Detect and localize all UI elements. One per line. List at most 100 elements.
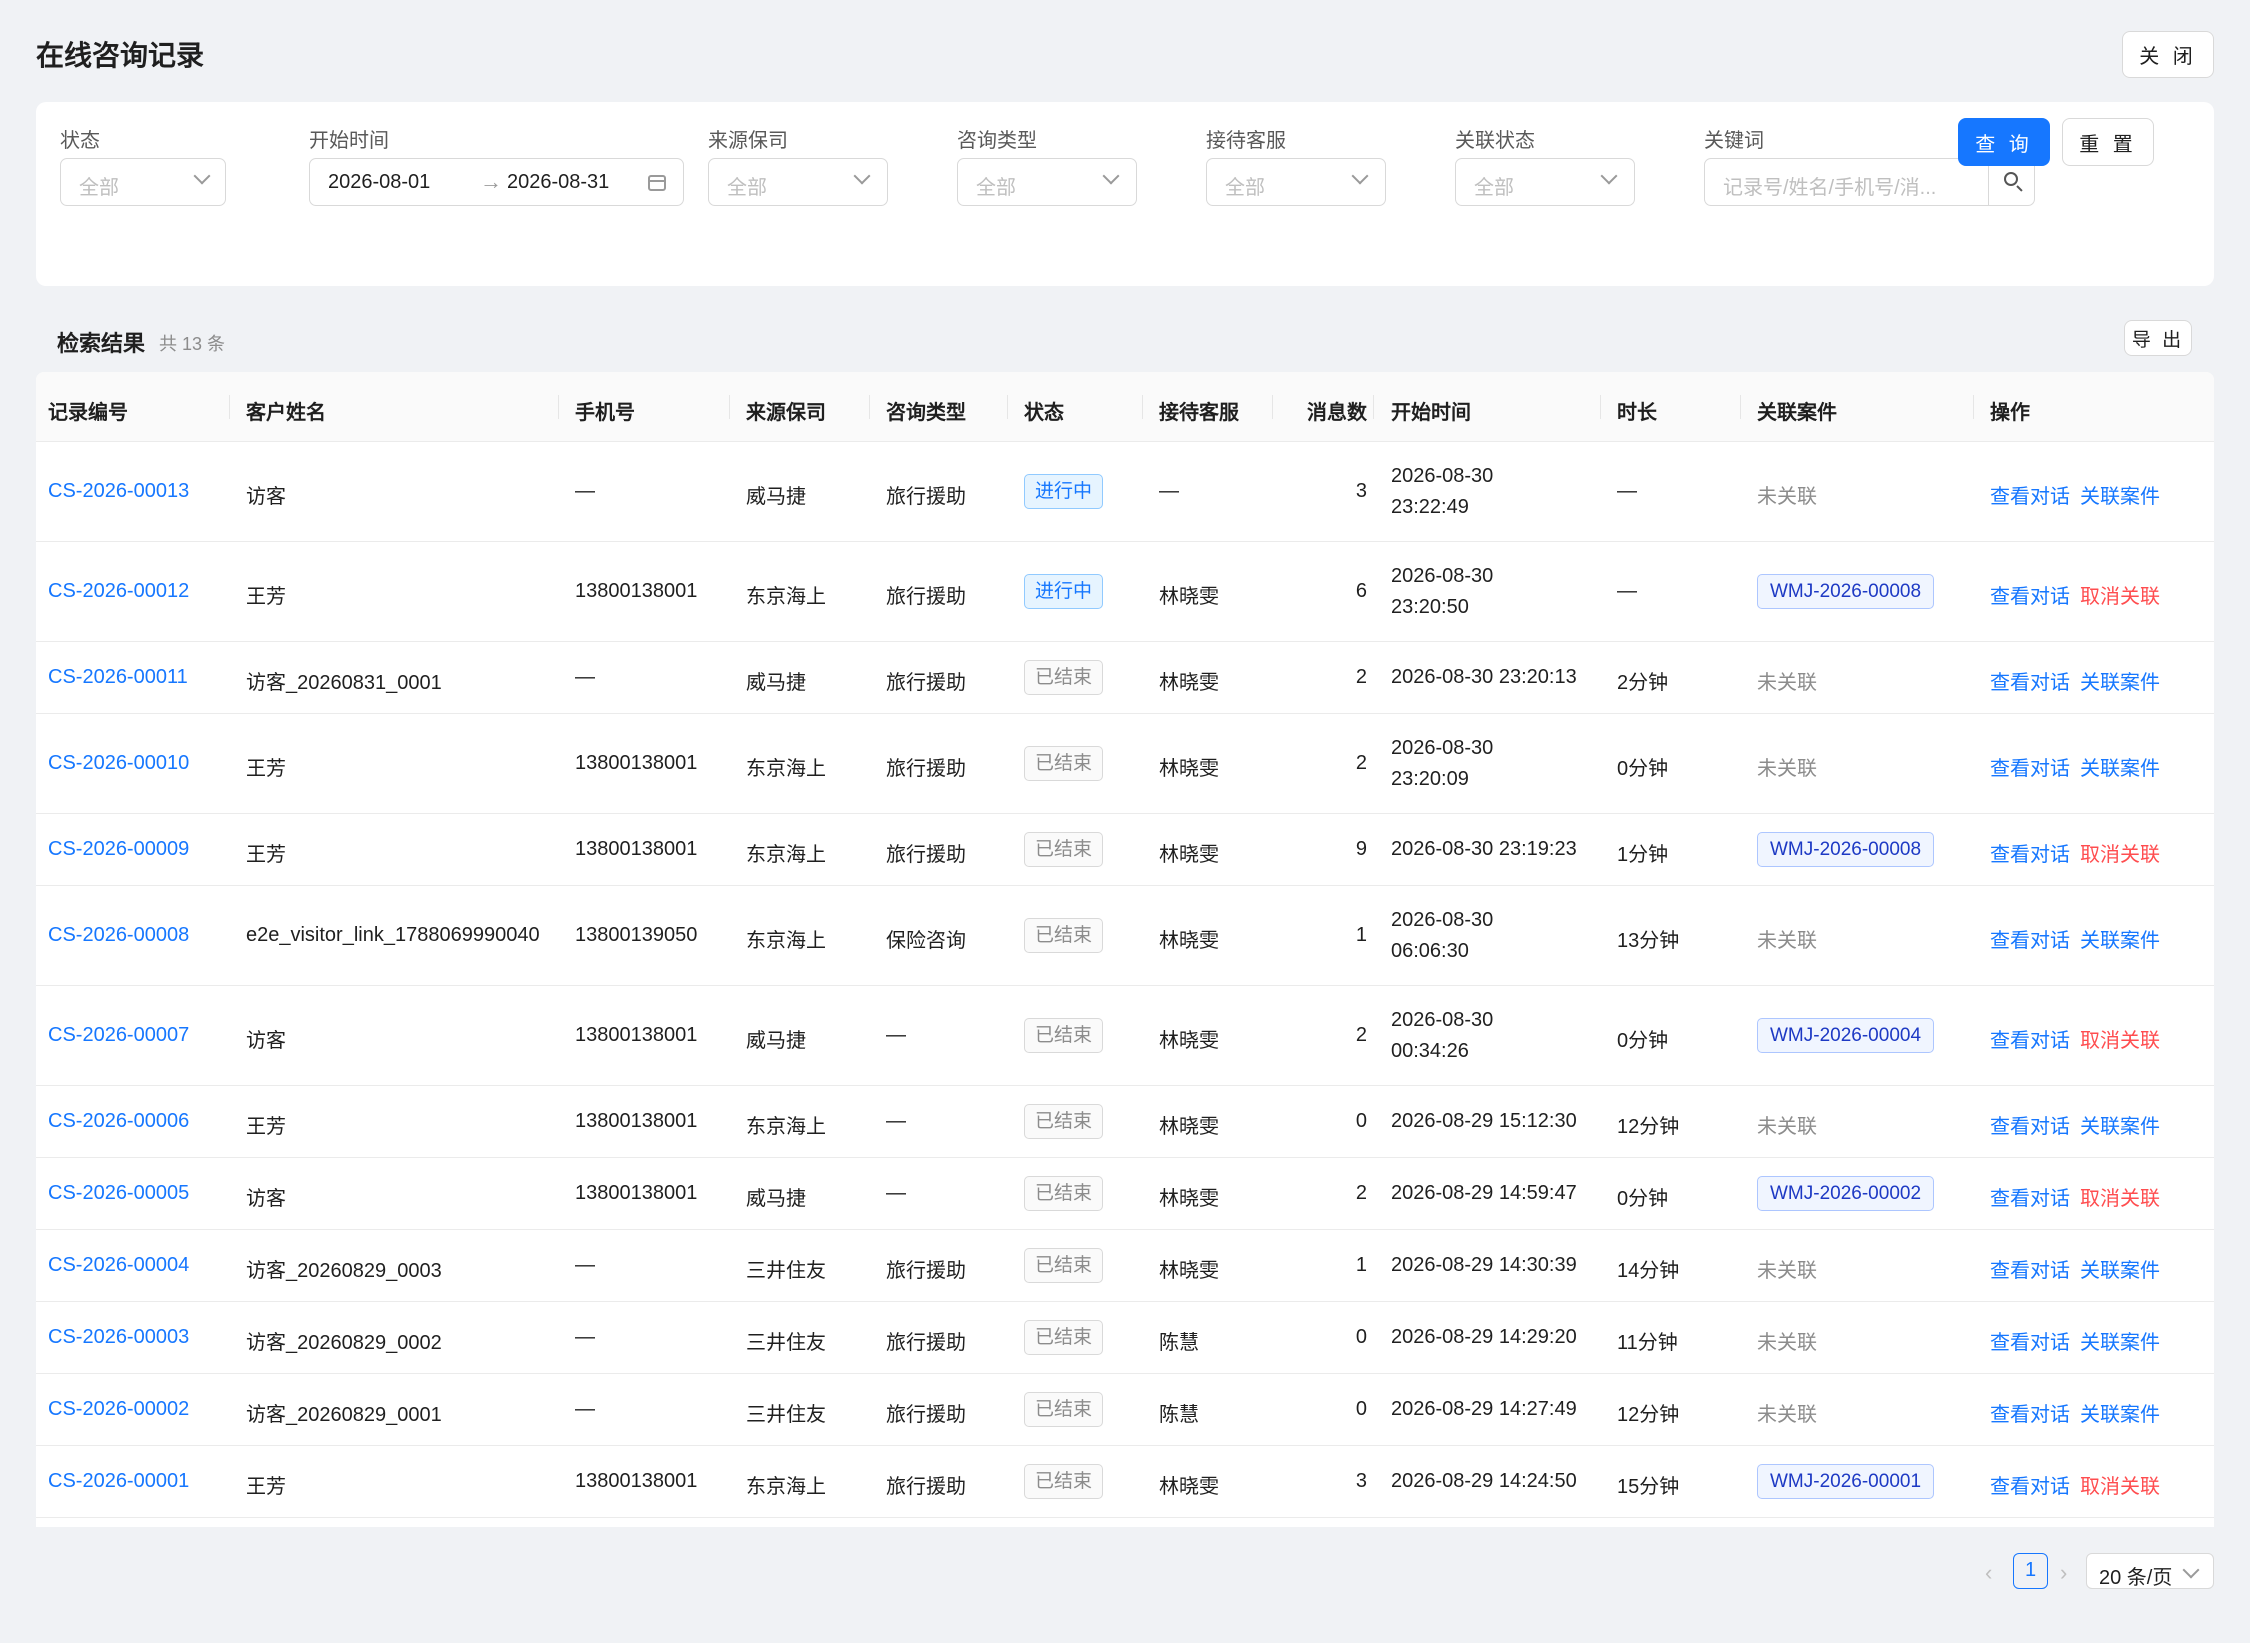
record-id-link[interactable]: CS-2026-00009	[48, 838, 189, 861]
pagination-page-1[interactable]: 1	[2013, 1553, 2048, 1589]
consult-type-filter-label: 咨询类型	[957, 130, 1037, 152]
record-id-link[interactable]: CS-2026-00001	[48, 1470, 189, 1493]
view-conversation-link[interactable]: 查看对话	[1990, 1110, 2070, 1139]
linked-case-tag[interactable]: WMJ-2026-00002	[1757, 1176, 1935, 1211]
view-conversation-link[interactable]: 查看对话	[1990, 1254, 2070, 1283]
view-conversation-link[interactable]: 查看对话	[1990, 924, 2070, 953]
consult-type-select-value: 全部	[976, 177, 1016, 199]
record-id-link[interactable]: CS-2026-00007	[48, 1024, 189, 1047]
calendar-icon	[648, 175, 666, 191]
close-button[interactable]: 关 闭	[2122, 31, 2214, 78]
view-conversation-link[interactable]: 查看对话	[1990, 1182, 2070, 1211]
date-range-picker[interactable]: 2026-08-01 → 2026-08-31	[309, 158, 684, 206]
view-conversation-link[interactable]: 查看对话	[1990, 480, 2070, 509]
view-conversation-link[interactable]: 查看对话	[1990, 838, 2070, 867]
chevron-down-icon	[853, 167, 871, 185]
date-range-end[interactable]: 2026-08-31	[507, 171, 609, 194]
view-conversation-link[interactable]: 查看对话	[1990, 752, 2070, 781]
link-case-link[interactable]: 关联案件	[2080, 1398, 2160, 1427]
link-case-link[interactable]: 关联案件	[2080, 1254, 2160, 1283]
linked-case-tag[interactable]: WMJ-2026-00008	[1757, 574, 1935, 609]
linked-case-tag[interactable]: WMJ-2026-00008	[1757, 832, 1935, 867]
status-select[interactable]: 全部	[60, 158, 226, 206]
record-id-link[interactable]: CS-2026-00003	[48, 1326, 189, 1349]
table-header: 记录编号 客户姓名 手机号 来源保司 咨询类型 状态 接待客服 消息数 开始时间 时长 关联案件 操作	[36, 372, 2214, 442]
insurer-name: 三井住友	[746, 1260, 826, 1282]
link-case-link[interactable]: 关联案件	[2080, 666, 2160, 695]
date-range-start[interactable]: 2026-08-01	[328, 171, 430, 194]
view-conversation-link[interactable]: 查看对话	[1990, 1470, 2070, 1499]
linked-case-tag[interactable]: WMJ-2026-00004	[1757, 1018, 1935, 1053]
record-id-link[interactable]: CS-2026-00010	[48, 752, 189, 775]
agent-name: 林晓雯	[1159, 672, 1219, 694]
column-divider[interactable]	[1142, 395, 1143, 419]
duration: 12分钟	[1617, 1116, 1680, 1138]
column-divider[interactable]	[729, 395, 730, 419]
status-badge: 已结束	[1024, 660, 1104, 695]
record-id-link[interactable]: CS-2026-00012	[48, 580, 189, 603]
view-conversation-link[interactable]: 查看对话	[1990, 666, 2070, 695]
start-time: 2026-08-30 06:06:30	[1391, 905, 1493, 967]
record-id-link[interactable]: CS-2026-00004	[48, 1254, 189, 1277]
chevron-down-icon	[1351, 167, 1369, 185]
agent-name: 林晓雯	[1159, 758, 1219, 780]
link-status-select[interactable]: 全部	[1455, 158, 1635, 206]
consult-type: —	[886, 1182, 906, 1204]
view-conversation-link[interactable]: 查看对话	[1990, 1326, 2070, 1355]
link-case-link[interactable]: 关联案件	[2080, 1326, 2160, 1355]
record-id-link[interactable]: CS-2026-00006	[48, 1110, 189, 1133]
unlink-case-link[interactable]: 取消关联	[2080, 1024, 2160, 1053]
insurer-select[interactable]: 全部	[708, 158, 888, 206]
customer-name: 王芳	[246, 1116, 286, 1138]
agent-name: 林晓雯	[1159, 1476, 1219, 1498]
record-id-link[interactable]: CS-2026-00005	[48, 1182, 189, 1205]
status-badge: 已结束	[1024, 1464, 1104, 1499]
unlink-case-link[interactable]: 取消关联	[2080, 580, 2160, 609]
column-divider[interactable]	[558, 395, 559, 419]
column-divider[interactable]	[1007, 395, 1008, 419]
record-id-link[interactable]: CS-2026-00013	[48, 480, 189, 503]
duration: —	[1617, 580, 1637, 602]
start-time: 2026-08-29 14:29:20	[1391, 1326, 1577, 1348]
record-id-link[interactable]: CS-2026-00011	[48, 666, 188, 689]
agent-select[interactable]: 全部	[1206, 158, 1386, 206]
link-case-link[interactable]: 关联案件	[2080, 752, 2160, 781]
chevron-right-icon[interactable]: ›	[2060, 1560, 2067, 1586]
column-divider[interactable]	[869, 395, 870, 419]
duration: 13分钟	[1617, 930, 1680, 952]
message-count: 2	[1355, 1182, 1367, 1204]
column-divider[interactable]	[229, 395, 230, 419]
customer-name: 王芳	[246, 586, 286, 608]
chevron-left-icon[interactable]: ‹	[1985, 1560, 1992, 1586]
linked-case-tag[interactable]: WMJ-2026-00001	[1757, 1464, 1935, 1499]
page-size-select[interactable]: 20 条/页	[2086, 1553, 2214, 1589]
unlink-case-link[interactable]: 取消关联	[2080, 1182, 2160, 1211]
query-button[interactable]: 查 询	[1958, 118, 2050, 166]
col-insurer-header: 来源保司	[746, 402, 826, 424]
link-case-link[interactable]: 关联案件	[2080, 924, 2160, 953]
unlink-case-link[interactable]: 取消关联	[2080, 1470, 2160, 1499]
record-id-link[interactable]: CS-2026-00008	[48, 924, 189, 947]
col-start-time-header: 开始时间	[1391, 402, 1471, 424]
record-id-link[interactable]: CS-2026-00002	[48, 1398, 189, 1421]
start-time: 2026-08-30 23:22:49	[1391, 461, 1493, 523]
column-divider[interactable]	[1600, 395, 1601, 419]
reset-button[interactable]: 重 置	[2062, 118, 2154, 166]
consult-type-select[interactable]: 全部	[957, 158, 1137, 206]
link-case-link[interactable]: 关联案件	[2080, 480, 2160, 509]
column-divider[interactable]	[1740, 395, 1741, 419]
column-divider[interactable]	[1973, 395, 1974, 419]
view-conversation-link[interactable]: 查看对话	[1990, 580, 2070, 609]
export-button[interactable]: 导 出	[2124, 320, 2192, 356]
column-divider[interactable]	[1373, 395, 1374, 419]
col-duration-header: 时长	[1617, 402, 1657, 424]
column-divider[interactable]	[1272, 395, 1273, 419]
status-badge: 进行中	[1024, 474, 1104, 509]
view-conversation-link[interactable]: 查看对话	[1990, 1024, 2070, 1053]
start-clock: 00:34:26	[1391, 1040, 1469, 1062]
view-conversation-link[interactable]: 查看对话	[1990, 1398, 2070, 1427]
unlink-case-link[interactable]: 取消关联	[2080, 838, 2160, 867]
insurer-name: 威马捷	[746, 1188, 806, 1210]
filter-panel: 状态 全部 开始时间 2026-08-01 → 2026-08-31 来源保司 …	[36, 102, 2214, 286]
link-case-link[interactable]: 关联案件	[2080, 1110, 2160, 1139]
